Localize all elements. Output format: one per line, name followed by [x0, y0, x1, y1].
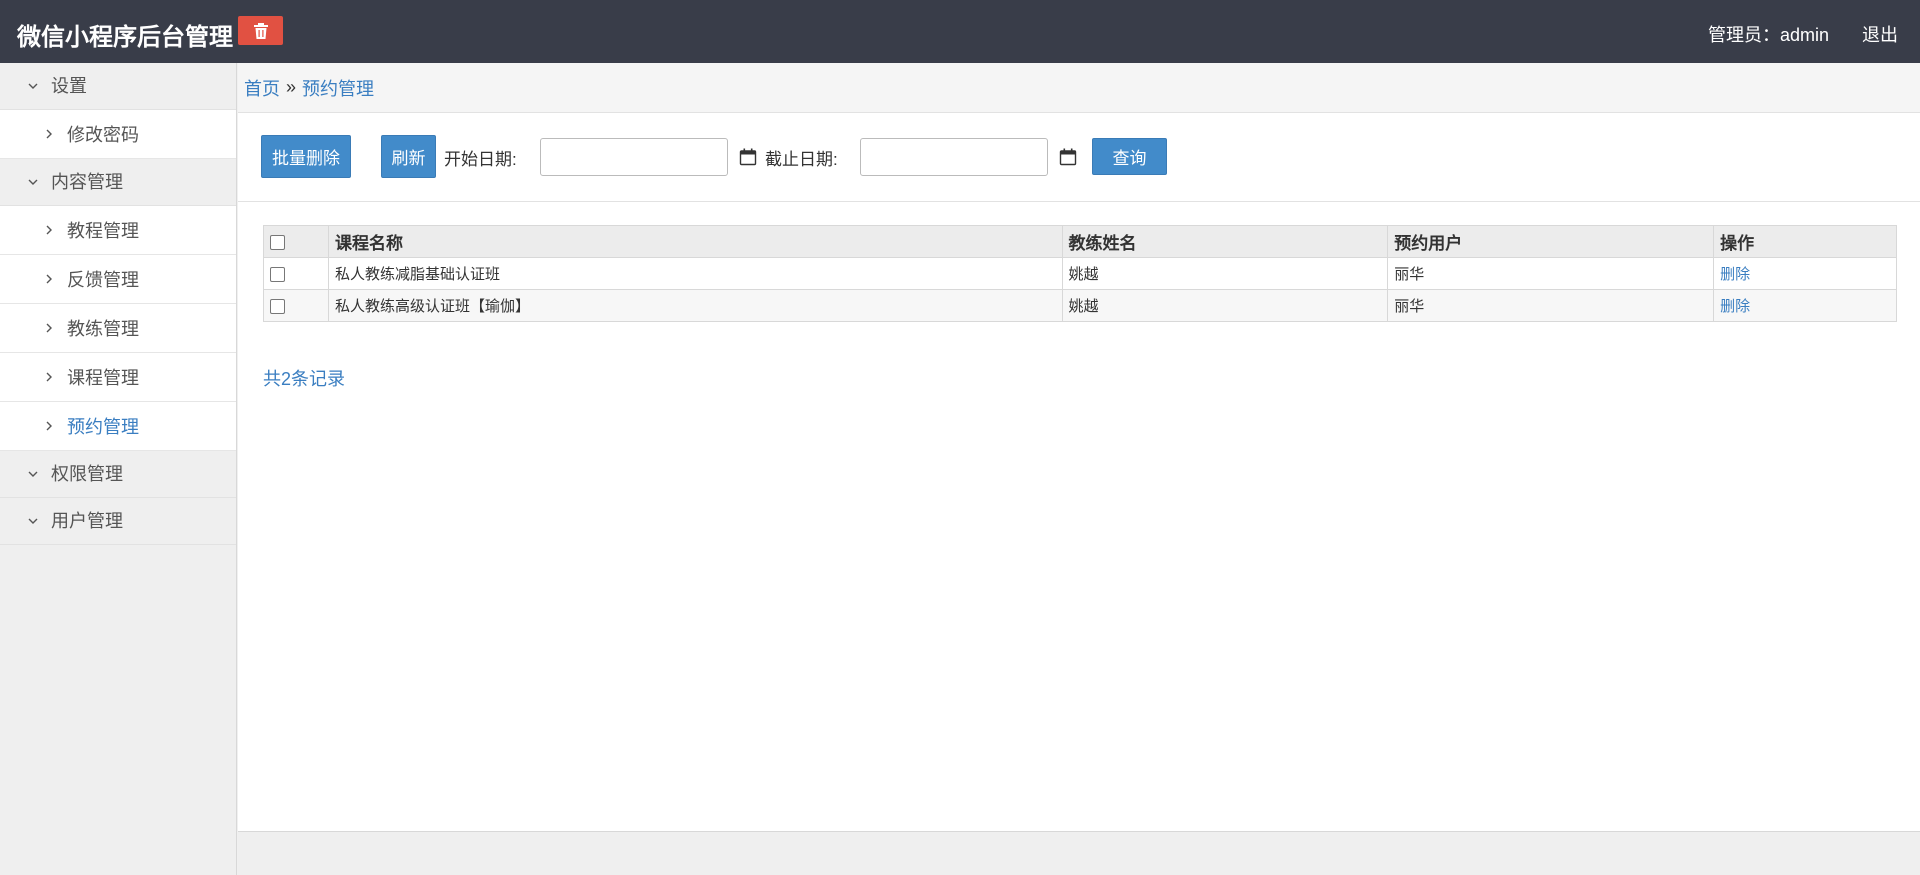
course-name-cell: 私人教练高级认证班【瑜伽】	[327, 289, 1063, 322]
refresh-button[interactable]: 刷新	[381, 135, 436, 178]
course-name-cell: 私人教练减脂基础认证班	[327, 257, 1063, 290]
main-content: 首页 » 预约管理 批量删除 刷新 开始日期: 截止日期: 查询 课程名称 教练…	[238, 63, 1920, 831]
column-header: 课程名称	[327, 225, 1063, 258]
breadcrumb-separator: »	[286, 77, 297, 97]
app-title: 微信小程序后台管理	[17, 24, 233, 51]
record-count: 共2条记录	[263, 369, 346, 389]
row-checkbox[interactable]	[270, 298, 285, 314]
sidebar: 设置 修改密码 内容管理 教程管理 反馈管理 教练管理 课程管理 预约管理 权限…	[0, 63, 237, 875]
row-checkbox[interactable]	[270, 266, 285, 282]
chevron-right-icon	[44, 274, 54, 284]
chevron-down-icon	[28, 177, 38, 187]
top-header: 微信小程序后台管理 管理员：admin 退出	[0, 0, 1920, 63]
sidebar-group-label: 用户管理	[51, 510, 123, 531]
breadcrumb: 首页 » 预约管理	[238, 63, 1920, 113]
row-select-cell	[263, 257, 329, 290]
sidebar-group-label: 设置	[51, 75, 87, 96]
start-date-input[interactable]	[540, 138, 728, 176]
chevron-right-icon	[44, 129, 54, 139]
column-header: 教练姓名	[1061, 225, 1389, 258]
coach-name-cell: 姚越	[1061, 257, 1389, 290]
chevron-down-icon	[28, 81, 38, 91]
sidebar-item-tutorials[interactable]: 教程管理	[0, 206, 236, 255]
table-row: 私人教练减脂基础认证班 姚越 丽华 删除	[263, 257, 1897, 290]
sidebar-item-label: 课程管理	[67, 368, 139, 388]
sidebar-group-content[interactable]: 内容管理	[0, 159, 236, 206]
end-date-input[interactable]	[860, 138, 1048, 176]
select-all-checkbox[interactable]	[270, 234, 285, 250]
delete-link[interactable]: 删除	[1720, 266, 1750, 283]
calendar-icon[interactable]	[1059, 148, 1077, 166]
sidebar-item-bookings[interactable]: 预约管理	[0, 402, 236, 451]
chevron-right-icon	[44, 225, 54, 235]
trash-icon	[253, 22, 268, 39]
table-header-row: 课程名称 教练姓名 预约用户 操作	[263, 225, 1897, 258]
row-select-cell	[263, 289, 329, 322]
start-date-label: 开始日期:	[444, 150, 517, 169]
bookings-table: 课程名称 教练姓名 预约用户 操作 私人教练减脂基础认证班 姚越 丽华 删除 私…	[263, 225, 1897, 322]
chevron-right-icon	[44, 421, 54, 431]
coach-name-cell: 姚越	[1061, 289, 1389, 322]
booking-user-cell: 丽华	[1387, 289, 1715, 322]
column-header: 预约用户	[1387, 225, 1715, 258]
sidebar-group-permissions[interactable]: 权限管理	[0, 451, 236, 498]
chevron-right-icon	[44, 323, 54, 333]
sidebar-item-label: 教练管理	[67, 319, 139, 339]
chevron-down-icon	[28, 516, 38, 526]
sidebar-item-change-password[interactable]: 修改密码	[0, 110, 236, 159]
select-all-cell	[263, 225, 329, 258]
logout-link[interactable]: 退出	[1862, 21, 1898, 47]
sidebar-item-coaches[interactable]: 教练管理	[0, 304, 236, 353]
toolbar: 批量删除 刷新 开始日期: 截止日期: 查询	[238, 114, 1920, 202]
chevron-right-icon	[44, 372, 54, 382]
sidebar-item-feedback[interactable]: 反馈管理	[0, 255, 236, 304]
delete-link[interactable]: 删除	[1720, 298, 1750, 315]
sidebar-item-label: 教程管理	[67, 221, 139, 241]
footer	[238, 831, 1920, 875]
breadcrumb-current[interactable]: 预约管理	[302, 75, 374, 101]
action-cell: 删除	[1713, 289, 1897, 322]
sidebar-item-label: 反馈管理	[67, 270, 139, 290]
sidebar-item-label: 修改密码	[67, 125, 139, 145]
sidebar-group-settings[interactable]: 设置	[0, 63, 236, 110]
batch-delete-button[interactable]: 批量删除	[261, 135, 351, 178]
sidebar-item-label: 预约管理	[67, 417, 139, 437]
sidebar-item-courses[interactable]: 课程管理	[0, 353, 236, 402]
breadcrumb-home[interactable]: 首页	[244, 75, 280, 101]
column-header: 操作	[1713, 225, 1897, 258]
clear-cache-button[interactable]	[238, 16, 283, 45]
booking-user-cell: 丽华	[1387, 257, 1715, 290]
end-date-label: 截止日期:	[765, 150, 838, 169]
admin-label: 管理员：admin	[1707, 25, 1829, 45]
calendar-icon[interactable]	[739, 148, 757, 166]
query-button[interactable]: 查询	[1092, 138, 1167, 175]
sidebar-group-label: 内容管理	[51, 171, 123, 192]
chevron-down-icon	[28, 469, 38, 479]
sidebar-group-label: 权限管理	[51, 463, 123, 484]
action-cell: 删除	[1713, 257, 1897, 290]
table-row: 私人教练高级认证班【瑜伽】 姚越 丽华 删除	[263, 289, 1897, 322]
sidebar-group-users[interactable]: 用户管理	[0, 498, 236, 545]
